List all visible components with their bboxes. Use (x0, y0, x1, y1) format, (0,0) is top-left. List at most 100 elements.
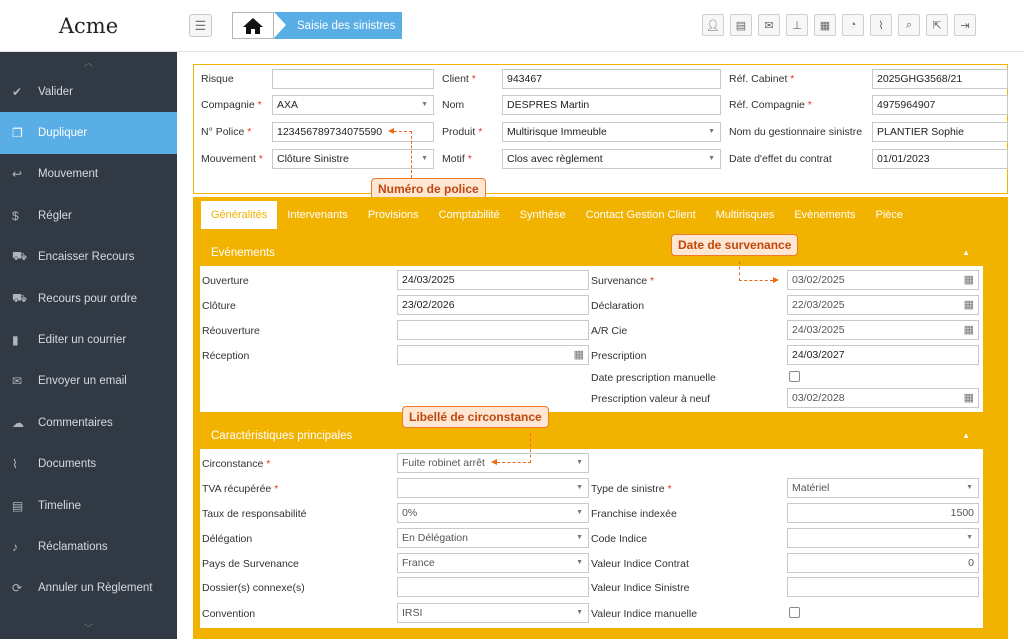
convention-select[interactable]: IRSI (397, 603, 589, 623)
sidebar: ︿ ✔ Valider ❐ Dupliquer ↩ Mouvement $ Régler ⛟ En… (0, 52, 177, 639)
sidebar-scroll-up-icon[interactable]: ︿ (0, 52, 177, 71)
type-sinistre-select[interactable]: Matériel (787, 478, 979, 498)
taux-select[interactable]: 0% (397, 503, 589, 523)
declaration-label: Déclaration (591, 300, 645, 312)
survenance-value: 03/02/2025 (792, 274, 845, 286)
clipboard-icon[interactable]: ▤ (730, 14, 752, 36)
code-indice-select[interactable] (787, 528, 979, 548)
sidebar-item-r-gler[interactable]: $ Régler (0, 195, 177, 236)
police-input[interactable]: 123456789734075590 (272, 122, 434, 142)
sidebar-item-label: Commentaires (38, 416, 113, 429)
collapse-up-icon[interactable]: ▲ (962, 240, 970, 266)
check-circle-icon: ✔ (12, 84, 23, 99)
sidebar-item-annuler-un-r-glement[interactable]: ⟳ Annuler un Règlement (0, 568, 177, 609)
evenements-section-header[interactable]: Evénements ▲ (198, 240, 985, 266)
cloture-input[interactable]: 23/02/2026 (397, 295, 589, 315)
tva-select[interactable] (397, 478, 589, 498)
valeur-sinistre-input[interactable] (787, 577, 979, 597)
calendar-icon[interactable]: ▦ (964, 298, 974, 311)
gestionnaire-input[interactable]: PLANTIER Sophie (872, 122, 1008, 142)
sidebar-item-timeline[interactable]: ▤ Timeline (0, 485, 177, 526)
sidebar-item-dupliquer[interactable]: ❐ Dupliquer (0, 112, 177, 154)
tab-g-n-ralit-s[interactable]: Généralités (201, 201, 278, 229)
home-button[interactable] (232, 12, 274, 39)
date-prescription-manuelle-checkbox[interactable] (789, 371, 800, 382)
dossiers-input[interactable] (397, 577, 589, 597)
tab-synth-se[interactable]: Synthèse (510, 201, 576, 229)
top-bar: Acme ☰ Saisie des sinistres 👤︎ ▤ ✉ ⊥ ▦ ◔… (0, 0, 1024, 52)
client-input[interactable]: 943467 (502, 69, 721, 89)
declaration-input[interactable]: 22/03/2025 ▦ (787, 295, 979, 315)
menu-toggle-button[interactable]: ☰ (189, 14, 212, 37)
sidebar-item-label: Editer un courrier (38, 334, 127, 347)
tab-multirisques[interactable]: Multirisques (706, 201, 785, 229)
compagnie-select[interactable]: AXA (272, 95, 434, 115)
pin-icon[interactable]: ⊥ (786, 14, 808, 36)
sidebar-item-r-clamations[interactable]: ♪ Réclamations (0, 526, 177, 567)
tab-intervenants[interactable]: Intervenants (277, 201, 358, 229)
produit-select[interactable]: Multirisque Immeuble (502, 122, 721, 142)
survenance-callout-line-h (739, 280, 773, 281)
sidebar-item-valider[interactable]: ✔ Valider (0, 71, 177, 112)
ar-cie-input[interactable]: 24/03/2025 ▦ (787, 320, 979, 340)
search-icon[interactable]: ⌕ (898, 14, 920, 36)
mail-icon[interactable]: ✉ (758, 14, 780, 36)
reouverture-label: Réouverture (202, 325, 260, 337)
reouverture-input[interactable] (397, 320, 589, 340)
tab-provisions[interactable]: Provisions (358, 201, 429, 229)
sidebar-item-documents[interactable]: ⌇ Documents (0, 444, 177, 485)
tab-ev-nements[interactable]: Evènements (784, 201, 865, 229)
ouverture-input[interactable]: 24/03/2025 (397, 270, 589, 290)
dashboard-icon[interactable]: ◔ (842, 14, 864, 36)
reception-input[interactable]: ▦ (397, 345, 589, 365)
convention-label: Convention (202, 608, 256, 620)
compagnie-label: Compagnie * (201, 99, 262, 111)
franchise-label: Franchise indexée (591, 508, 677, 520)
calendar-icon[interactable]: ▦ (964, 391, 974, 404)
sidebar-item-label: Réclamations (38, 540, 108, 553)
sidebar-item-recours-pour-ordre[interactable]: ⛟ Recours pour ordre (0, 278, 177, 319)
valeur-manuelle-checkbox[interactable] (789, 607, 800, 618)
cloture-label: Clôture (202, 300, 236, 312)
breadcrumb-current[interactable]: Saisie des sinistres (273, 12, 402, 39)
survenance-callout-line-v (739, 261, 740, 281)
sidebar-item-commentaires[interactable]: ☁ Commentaires (0, 402, 177, 443)
share-icon[interactable]: ⇱ (926, 14, 948, 36)
calendar-icon[interactable]: ▦ (964, 273, 974, 286)
user-icon[interactable]: 👤︎ (702, 14, 724, 36)
survenance-callout-arrow (773, 277, 779, 283)
pays-select[interactable]: France (397, 553, 589, 573)
nom-input[interactable]: DESPRES Martin (502, 95, 721, 115)
tab-contact-gestion-client[interactable]: Contact Gestion Client (576, 201, 706, 229)
tab-pi-ce[interactable]: Pièce (865, 201, 913, 229)
mouvement-select[interactable]: Clôture Sinistre (272, 149, 434, 169)
delegation-select[interactable]: En Délégation (397, 528, 589, 548)
survenance-input[interactable]: 03/02/2025 ▦ (787, 270, 979, 290)
sidebar-item-envoyer-un-email[interactable]: ✉ Envoyer un email (0, 361, 177, 402)
paperclip-icon[interactable]: ⌇ (870, 14, 892, 36)
risque-input[interactable] (272, 69, 434, 89)
collapse-up-icon[interactable]: ▲ (962, 423, 970, 449)
valeur-contrat-input[interactable]: 0 (787, 553, 979, 573)
prescription-neuf-input[interactable]: 03/02/2028 ▦ (787, 388, 979, 408)
ref-compagnie-input[interactable]: 4975964907 (872, 95, 1008, 115)
sidebar-item-mouvement[interactable]: ↩ Mouvement (0, 154, 177, 195)
tab-comptabilit-[interactable]: Comptabilité (429, 201, 510, 229)
caracteristiques-section-header[interactable]: Caractéristiques principales ▲ (198, 423, 985, 449)
sidebar-item-encaisser-recours[interactable]: ⛟ Encaisser Recours (0, 237, 177, 278)
delegation-label: Délégation (202, 533, 253, 545)
type-sinistre-label: Type de sinistre * (591, 483, 672, 495)
franchise-input[interactable]: 1500 (787, 503, 979, 523)
calendar-icon[interactable]: ▦ (814, 14, 836, 36)
motif-select[interactable]: Clos avec règlement (502, 149, 721, 169)
date-effet-input[interactable]: 01/01/2023 (872, 149, 1008, 169)
film-icon: ▤ (12, 498, 24, 513)
calendar-icon[interactable]: ▦ (964, 323, 974, 336)
ref-cabinet-input[interactable]: 2025GHG3568/21 (872, 69, 1008, 89)
sidebar-scroll-down-icon[interactable]: ﹀ (0, 620, 177, 635)
produit-label: Produit * (442, 126, 483, 138)
logout-icon[interactable]: ⇥ (954, 14, 976, 36)
sidebar-item-editer-un-courrier[interactable]: ▮ Editer un courrier (0, 319, 177, 360)
prescription-input[interactable]: 24/03/2027 (787, 345, 979, 365)
calendar-icon[interactable]: ▦ (574, 348, 584, 361)
